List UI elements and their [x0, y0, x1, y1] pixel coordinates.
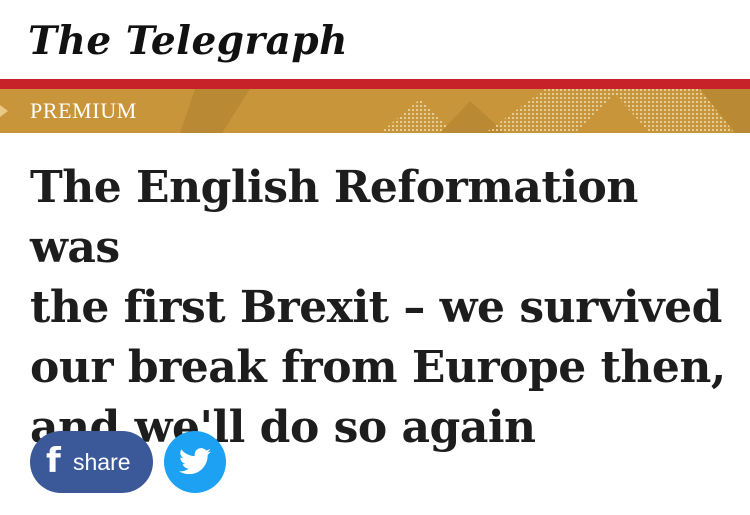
masthead: The Telegraph — [0, 0, 750, 79]
headline-line: the first Brexit – we survived — [30, 282, 722, 333]
headline-line: our break from Europe then, — [30, 342, 726, 393]
banner-shape — [485, 89, 620, 133]
facebook-share-button[interactable]: f share — [30, 431, 153, 493]
banner-arrow — [0, 105, 8, 117]
premium-banner: PREMIUM — [0, 89, 750, 133]
accent-divider — [0, 79, 750, 89]
headline-line: The English Reformation was — [30, 162, 638, 273]
twitter-bird-icon — [179, 448, 211, 475]
share-label: share — [73, 449, 131, 475]
premium-label: PREMIUM — [30, 98, 137, 123]
banner-shape — [380, 99, 455, 133]
twitter-share-button[interactable] — [164, 431, 226, 493]
site-logo[interactable]: The Telegraph — [28, 8, 348, 74]
article-headline: The English Reformation was the first Br… — [30, 158, 735, 458]
banner-shape — [180, 89, 250, 133]
facebook-icon: f — [46, 441, 61, 481]
